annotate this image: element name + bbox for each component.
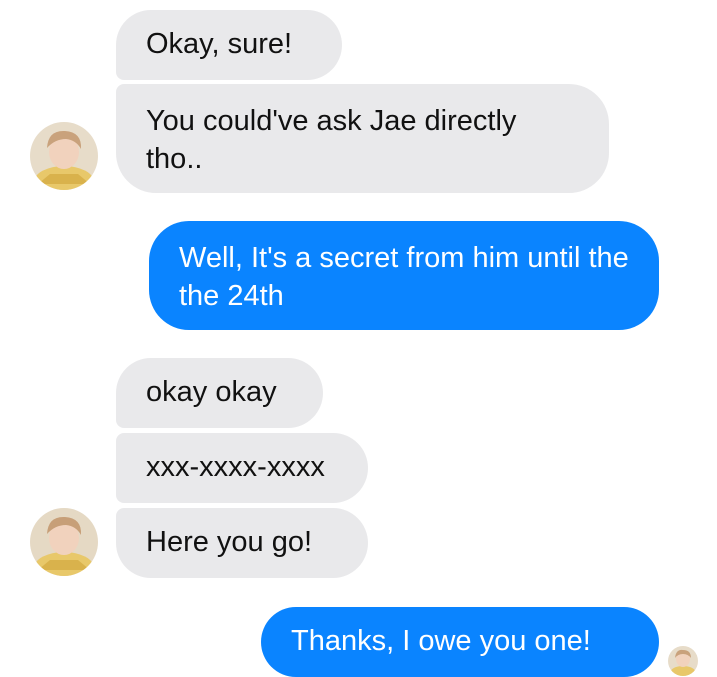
incoming-message[interactable]: xxx-xxxx-xxxx: [116, 433, 368, 503]
contact-avatar-icon[interactable]: [30, 122, 98, 190]
read-receipt-avatar-icon: [668, 646, 698, 676]
chat-thread: Okay, sure! You could've ask Jae directl…: [0, 0, 717, 677]
contact-avatar-icon[interactable]: [30, 508, 98, 576]
incoming-message[interactable]: You could've ask Jae directly tho..: [116, 84, 609, 193]
incoming-message[interactable]: okay okay: [116, 358, 323, 428]
outgoing-message[interactable]: Thanks, I owe you one!: [261, 607, 659, 677]
avatar-photo-icon: [30, 508, 98, 576]
incoming-message[interactable]: Okay, sure!: [116, 10, 342, 80]
avatar-photo-icon: [30, 122, 98, 190]
outgoing-message[interactable]: Well, It's a secret from him until the t…: [149, 221, 659, 330]
incoming-message[interactable]: Here you go!: [116, 508, 368, 578]
avatar-photo-icon: [668, 646, 698, 676]
